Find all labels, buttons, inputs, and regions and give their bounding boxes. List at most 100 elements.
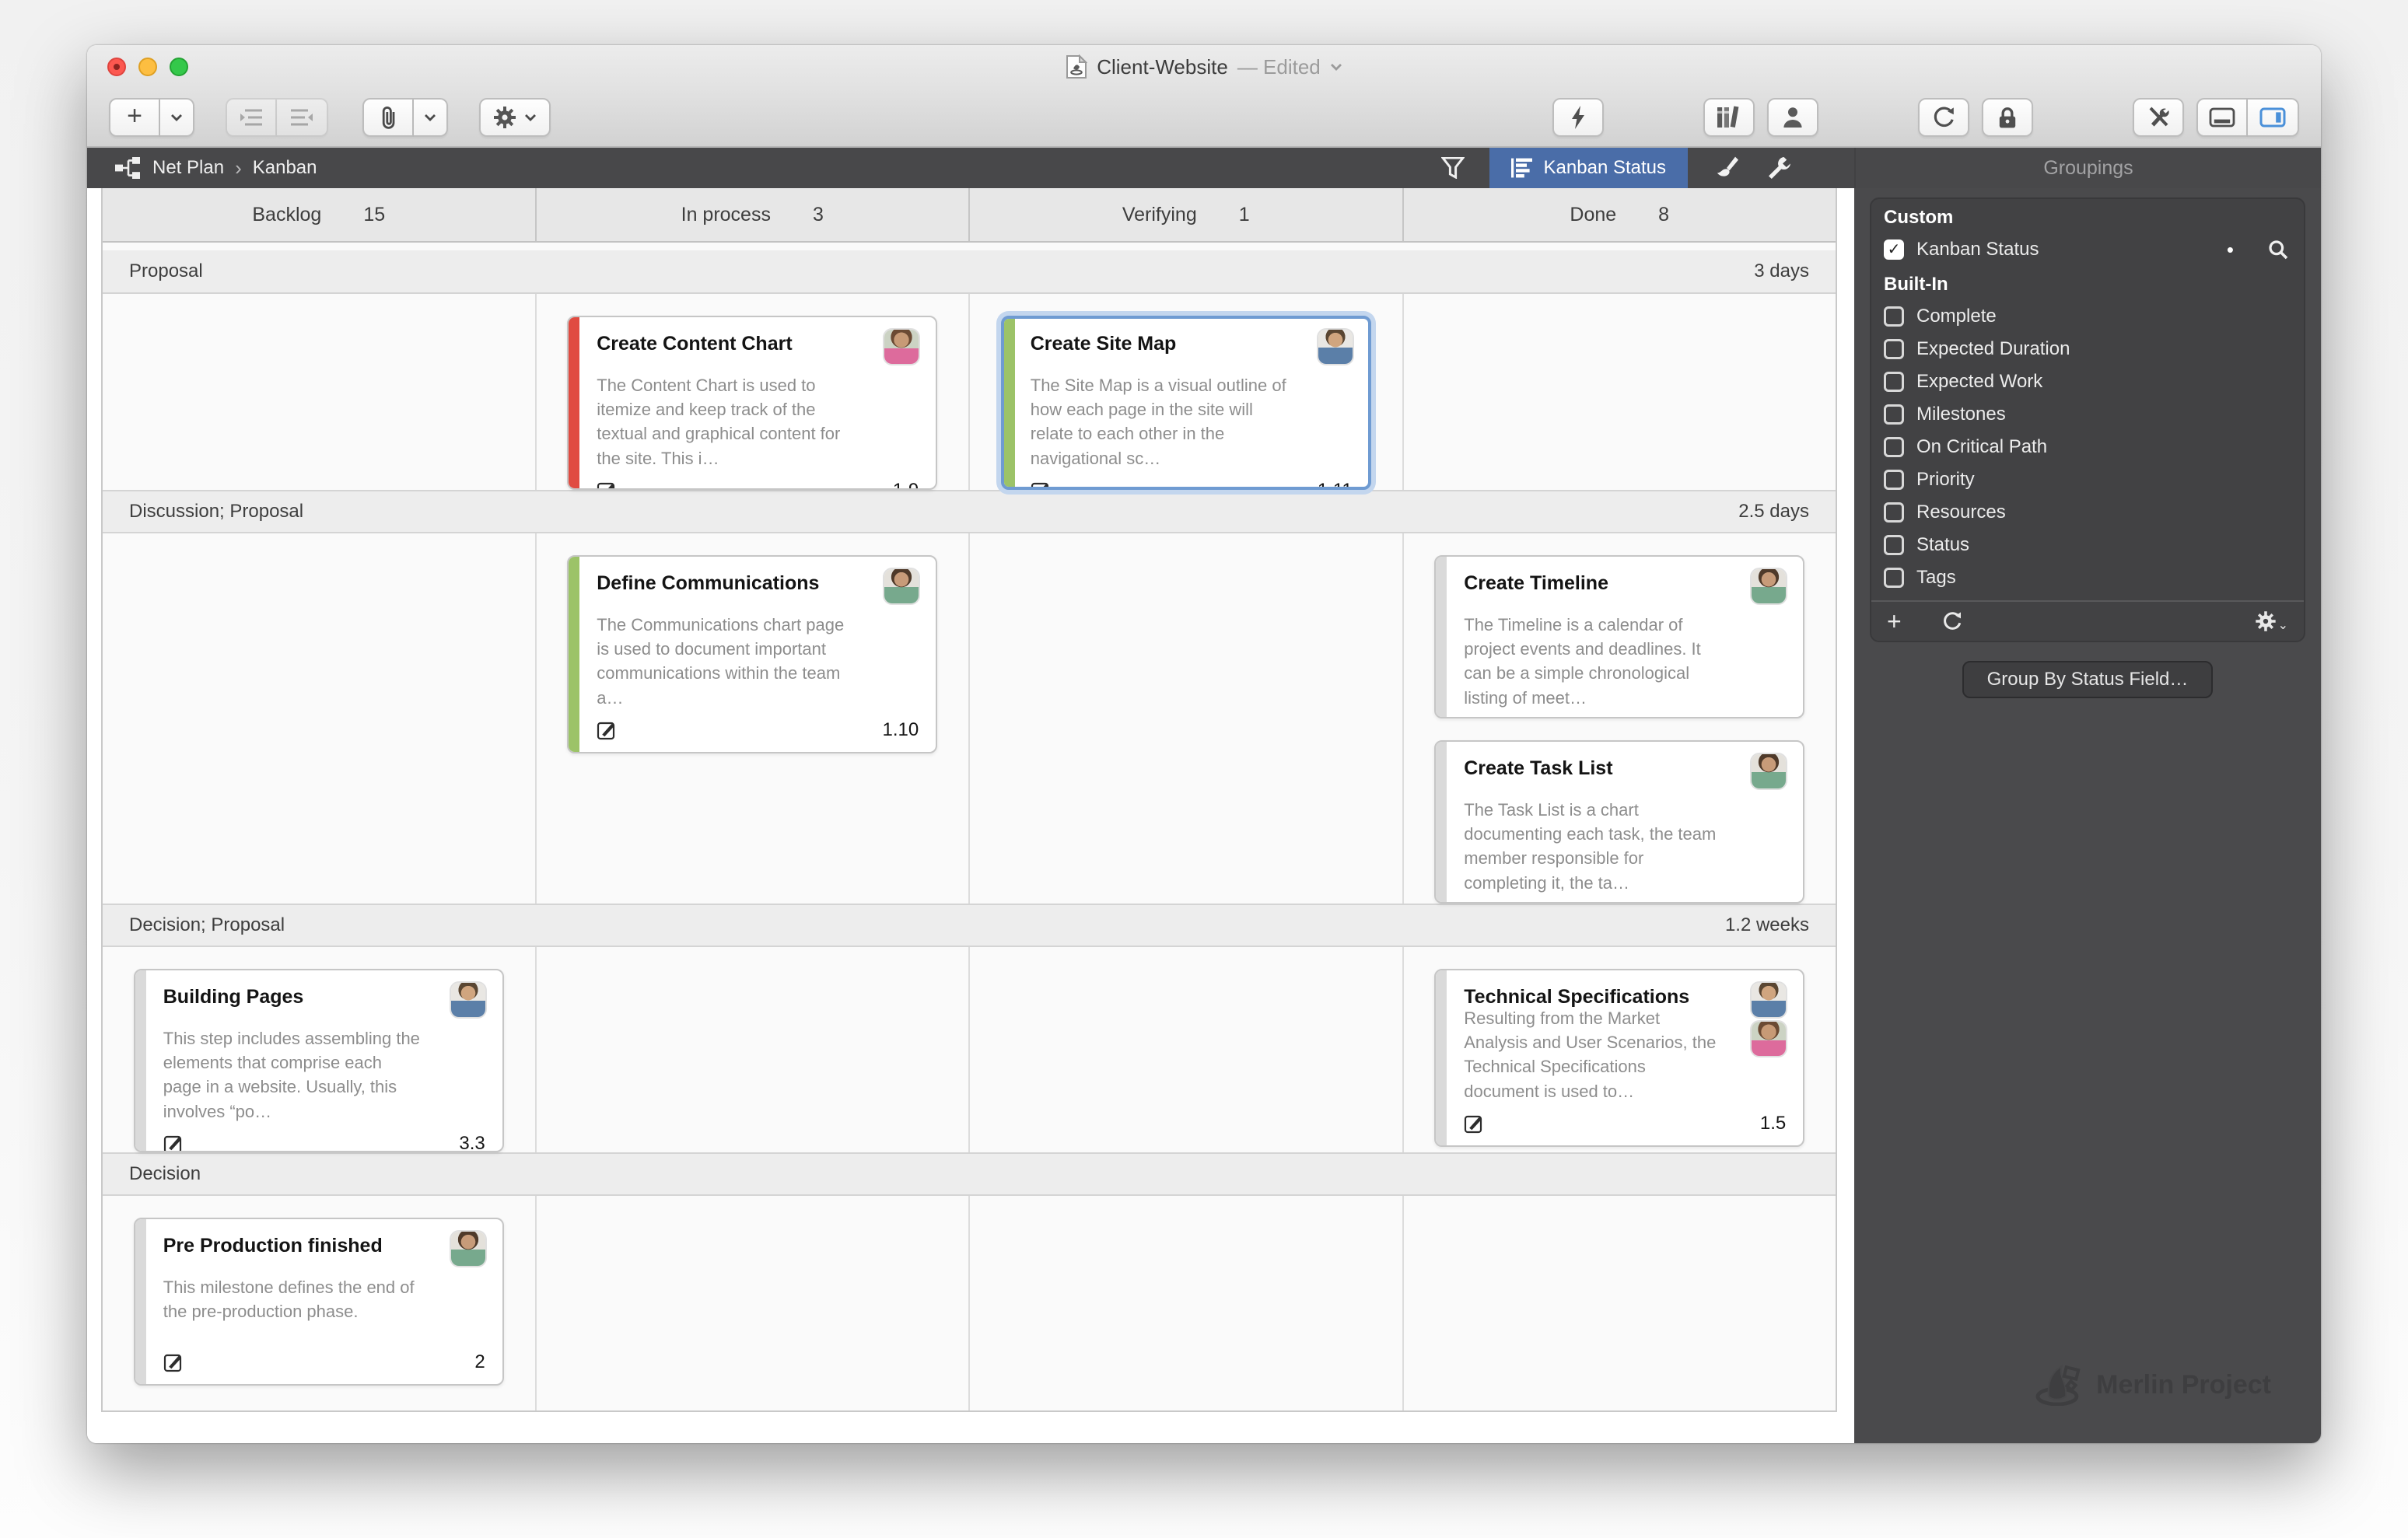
avatar[interactable] xyxy=(1752,569,1787,603)
checkbox-checked[interactable]: ✓ xyxy=(1884,239,1904,260)
note-icon[interactable] xyxy=(1031,481,1051,490)
breadcrumb-net-plan[interactable]: Net Plan xyxy=(152,157,224,179)
grouping-item-resources[interactable]: Resources xyxy=(1871,496,2304,529)
grouping-item-priority[interactable]: Priority xyxy=(1871,463,2304,496)
row-header-proposal[interactable]: Proposal 3 days xyxy=(103,250,1836,294)
grouping-actions-button[interactable]: ⌄ xyxy=(2255,610,2288,633)
grouping-item-expected-duration[interactable]: Expected Duration xyxy=(1871,333,2304,365)
style-brush-icon[interactable] xyxy=(1713,156,1739,180)
checkbox[interactable] xyxy=(1884,502,1904,523)
avatar[interactable] xyxy=(884,569,919,603)
resources-button[interactable] xyxy=(1767,98,1818,137)
avatar[interactable] xyxy=(1752,754,1787,788)
kanban-card-building-pages[interactable]: Building Pages This step includes assemb… xyxy=(133,969,504,1152)
app-window: Client-Website — Edited + Net Plan › Kan… xyxy=(87,45,2321,1443)
checkbox[interactable] xyxy=(1884,306,1904,327)
row-header-decision[interactable]: Decision xyxy=(103,1152,1836,1196)
grouping-item-tags[interactable]: Tags xyxy=(1871,561,2304,594)
lock-button[interactable] xyxy=(1982,98,2033,137)
chevron-down-icon: ⌄ xyxy=(2277,619,2288,632)
note-icon[interactable] xyxy=(597,720,617,740)
cell-decision-done[interactable] xyxy=(1403,1196,1836,1410)
note-icon[interactable] xyxy=(1464,1113,1484,1134)
quick-entry-button[interactable] xyxy=(1552,98,1604,137)
kanban-card-technical-specifications[interactable]: Technical Specifications Resulting from … xyxy=(1434,969,1805,1147)
kanban-card-pre-production-finished[interactable]: Pre Production finished This milestone d… xyxy=(133,1218,504,1386)
document-icon xyxy=(1066,54,1088,79)
grouping-item-milestones[interactable]: Milestones xyxy=(1871,398,2304,431)
grouping-item-status[interactable]: Status xyxy=(1871,529,2304,561)
column-label: Done xyxy=(1570,203,1617,225)
kanban-card-create-site-map[interactable]: Create Site Map The Site Map is a visual… xyxy=(1000,316,1371,490)
avatar[interactable] xyxy=(1318,330,1353,364)
cell-decision-in-process[interactable] xyxy=(536,1196,970,1410)
avatar[interactable] xyxy=(450,983,485,1017)
cell-proposal-backlog[interactable] xyxy=(103,294,537,490)
card-description: This step includes assembling the elemen… xyxy=(163,1029,420,1121)
add-dropdown-button[interactable] xyxy=(160,98,194,137)
checkbox[interactable] xyxy=(1884,535,1904,555)
grouping-item-on-critical-path[interactable]: On Critical Path xyxy=(1871,431,2304,463)
checkbox[interactable] xyxy=(1884,437,1904,457)
note-icon[interactable] xyxy=(163,1134,184,1152)
outdent-button[interactable] xyxy=(277,98,328,137)
cell-proposal-in-process[interactable]: Create Content Chart The Content Chart i… xyxy=(536,294,970,490)
cell-discussion-done[interactable]: Create Timeline The Timeline is a calend… xyxy=(1403,533,1836,904)
avatar[interactable] xyxy=(1752,983,1787,1017)
right-panel-toggle-button[interactable] xyxy=(2248,98,2299,137)
grouping-item-kanban-status[interactable]: ✓ Kanban Status • xyxy=(1871,233,2304,266)
cell-discussion-verifying[interactable] xyxy=(970,533,1404,904)
checkbox[interactable] xyxy=(1884,470,1904,490)
settings-button[interactable] xyxy=(479,98,551,137)
add-grouping-button[interactable]: + xyxy=(1887,607,1902,636)
column-header-done[interactable]: Done 8 xyxy=(1404,188,1836,241)
kanban-card-create-content-chart[interactable]: Create Content Chart The Content Chart i… xyxy=(567,316,938,490)
cell-decision-verifying[interactable] xyxy=(970,1196,1404,1410)
search-icon[interactable] xyxy=(2268,239,2288,260)
column-header-verifying[interactable]: Verifying 1 xyxy=(970,188,1404,241)
cell-discussion-backlog[interactable] xyxy=(103,533,537,904)
avatar[interactable] xyxy=(1752,1022,1787,1056)
kanban-status-view-button[interactable]: Kanban Status xyxy=(1489,148,1688,188)
grouping-item-complete[interactable]: Complete xyxy=(1871,300,2304,333)
kanban-card-create-task-list[interactable]: Create Task List The Task List is a char… xyxy=(1434,740,1805,904)
avatar[interactable] xyxy=(450,1232,485,1266)
checkbox[interactable] xyxy=(1884,372,1904,392)
cell-proposal-verifying[interactable]: Create Site Map The Site Map is a visual… xyxy=(970,294,1404,490)
breadcrumb-kanban[interactable]: Kanban xyxy=(253,157,317,179)
add-button[interactable]: + xyxy=(109,98,160,137)
cell-decision-proposal-in-process[interactable] xyxy=(536,947,970,1152)
row-header-decision-proposal[interactable]: Decision; Proposal 1.2 weeks xyxy=(103,904,1836,947)
cell-decision-proposal-backlog[interactable]: Building Pages This step includes assemb… xyxy=(103,947,537,1152)
checkbox[interactable] xyxy=(1884,339,1904,359)
sync-button[interactable] xyxy=(1918,98,1969,137)
cell-decision-backlog[interactable]: Pre Production finished This milestone d… xyxy=(103,1196,537,1410)
note-icon[interactable] xyxy=(597,481,617,490)
title-chevron-icon[interactable] xyxy=(1330,63,1342,71)
cell-discussion-in-process[interactable]: Define Communications The Communications… xyxy=(536,533,970,904)
inspector-tools-button[interactable] xyxy=(2133,98,2184,137)
column-header-in-process[interactable]: In process 3 xyxy=(537,188,970,241)
library-button[interactable] xyxy=(1703,98,1755,137)
cell-proposal-done[interactable] xyxy=(1403,294,1836,490)
cell-decision-proposal-verifying[interactable] xyxy=(970,947,1404,1152)
settings-wrench-icon[interactable] xyxy=(1767,156,1792,180)
row-header-discussion-proposal[interactable]: Discussion; Proposal 2.5 days xyxy=(103,490,1836,533)
filter-funnel-icon[interactable] xyxy=(1440,157,1465,179)
attachment-button[interactable] xyxy=(362,98,414,137)
column-header-backlog[interactable]: Backlog 15 xyxy=(103,188,537,241)
kanban-card-create-timeline[interactable]: Create Timeline The Timeline is a calend… xyxy=(1434,555,1805,718)
indent-button[interactable] xyxy=(226,98,277,137)
avatar[interactable] xyxy=(884,330,919,364)
note-icon[interactable] xyxy=(163,1352,184,1372)
attachment-dropdown-button[interactable] xyxy=(414,98,448,137)
bottom-panel-toggle-button[interactable] xyxy=(2196,98,2248,137)
kanban-card-define-communications[interactable]: Define Communications The Communications… xyxy=(567,555,938,753)
refresh-icon[interactable] xyxy=(1942,610,1962,632)
cell-decision-proposal-done[interactable]: Technical Specifications Resulting from … xyxy=(1403,947,1836,1152)
grouping-item-expected-work[interactable]: Expected Work xyxy=(1871,365,2304,398)
group-by-status-field-button[interactable]: Group By Status Field… xyxy=(1962,661,2214,698)
titlebar[interactable]: Client-Website — Edited xyxy=(87,45,2321,89)
checkbox[interactable] xyxy=(1884,404,1904,425)
checkbox[interactable] xyxy=(1884,568,1904,588)
